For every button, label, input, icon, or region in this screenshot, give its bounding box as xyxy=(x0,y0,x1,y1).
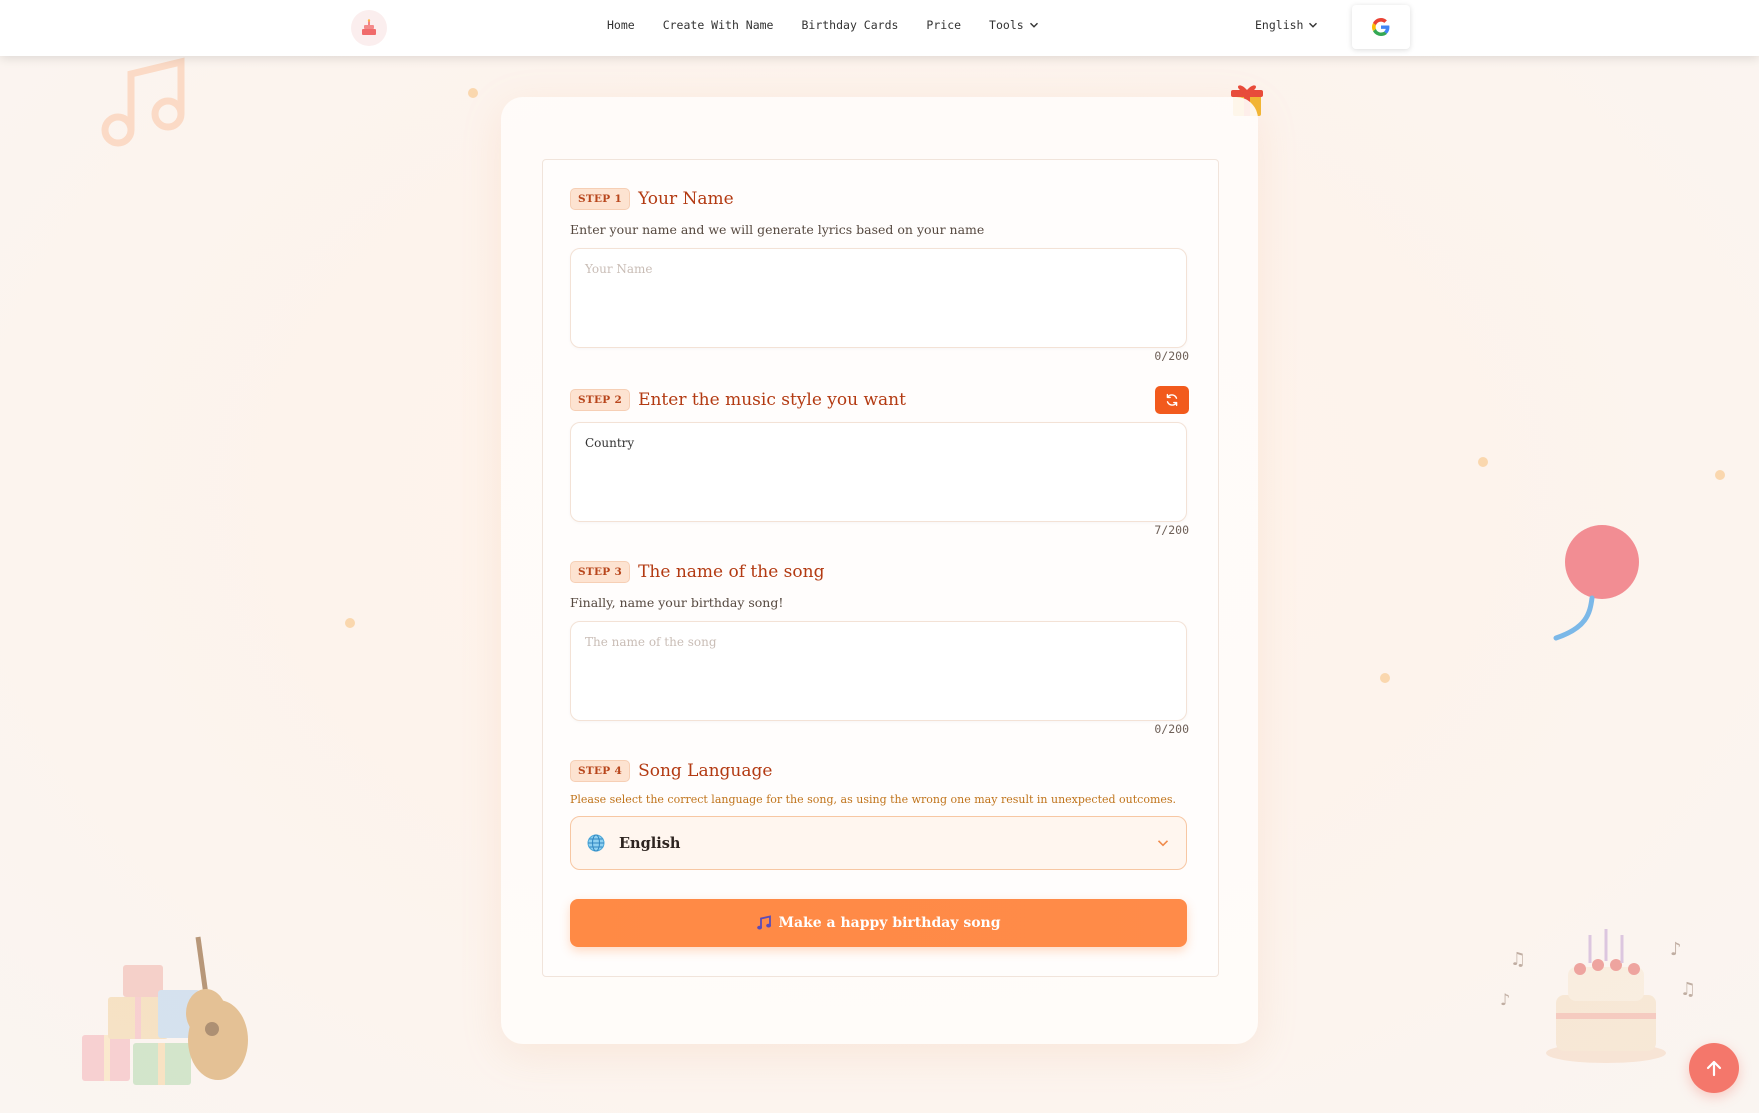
make-song-button-label: Make a happy birthday song xyxy=(778,915,1001,931)
step-3-badge: STEP 3 xyxy=(570,561,631,583)
main-nav: Home Create With Name Birthday Cards Pri… xyxy=(607,18,1039,32)
confetti-dot xyxy=(1380,673,1390,683)
google-sign-in-button[interactable] xyxy=(1352,5,1410,49)
nav-birthday-cards[interactable]: Birthday Cards xyxy=(801,18,898,32)
back-to-top-button[interactable] xyxy=(1689,1043,1739,1093)
song-language-select[interactable]: English xyxy=(570,816,1187,870)
svg-text:♪: ♪ xyxy=(1670,939,1682,960)
step-2-badge: STEP 2 xyxy=(570,389,631,411)
svg-text:♫: ♫ xyxy=(1680,979,1696,1000)
step-1-badge: STEP 1 xyxy=(570,188,631,210)
arrow-up-icon xyxy=(1706,1060,1722,1077)
chevron-down-icon xyxy=(1157,840,1169,847)
song-language-value: English xyxy=(619,834,681,852)
nav-tools-label: Tools xyxy=(989,18,1024,32)
step-3-title: The name of the song xyxy=(638,562,825,582)
nav-price[interactable]: Price xyxy=(926,18,961,32)
confetti-dot xyxy=(468,88,478,98)
confetti-dot xyxy=(345,618,355,628)
top-navigation-bar: Home Create With Name Birthday Cards Pri… xyxy=(0,0,1759,56)
language-switcher-label: English xyxy=(1255,18,1304,32)
step-1-description: Enter your name and we will generate lyr… xyxy=(570,222,985,237)
nav-home[interactable]: Home xyxy=(607,18,635,32)
step-1-header: STEP 1 Your Name xyxy=(570,188,734,210)
step-4-header: STEP 4 Song Language xyxy=(570,760,772,782)
language-switcher[interactable]: English xyxy=(1255,18,1318,32)
music-note-icon xyxy=(757,915,772,930)
music-style-char-counter: 7/200 xyxy=(1154,523,1189,537)
music-note-decoration xyxy=(101,57,185,147)
language-warning: Please select the correct language for t… xyxy=(570,793,1177,806)
site-logo[interactable] xyxy=(351,10,387,46)
google-icon xyxy=(1372,18,1390,36)
your-name-char-counter: 0/200 xyxy=(1154,349,1189,363)
chevron-down-icon xyxy=(1029,22,1038,28)
cake-logo-icon xyxy=(362,19,376,35)
step-4-title: Song Language xyxy=(638,761,773,781)
step-1-title: Your Name xyxy=(638,189,734,209)
svg-text:♫: ♫ xyxy=(1510,949,1526,970)
refresh-icon xyxy=(1166,393,1178,407)
globe-icon xyxy=(587,834,605,852)
song-name-input[interactable]: The name of the song xyxy=(570,621,1187,721)
chevron-down-icon xyxy=(1309,22,1318,28)
svg-text:♪: ♪ xyxy=(1500,990,1510,1009)
nav-create-with-name[interactable]: Create With Name xyxy=(663,18,774,32)
birthday-cake-illustration: ♫ ♪ ♫ ♪ xyxy=(1500,929,1696,1063)
step-3-header: STEP 3 The name of the song xyxy=(570,561,824,583)
your-name-input[interactable]: Your Name xyxy=(570,248,1187,348)
confetti-dot xyxy=(1478,457,1488,467)
balloon-icon xyxy=(1553,525,1639,641)
music-style-input[interactable]: Country xyxy=(570,422,1187,522)
step-2-header: STEP 2 Enter the music style you want xyxy=(570,389,906,411)
song-name-char-counter: 0/200 xyxy=(1154,722,1189,736)
gifts-and-guitar-illustration xyxy=(82,936,248,1085)
step-3-description: Finally, name your birthday song! xyxy=(570,595,784,610)
step-2-title: Enter the music style you want xyxy=(638,390,906,410)
step-4-badge: STEP 4 xyxy=(570,760,631,782)
make-song-button[interactable]: Make a happy birthday song xyxy=(570,899,1187,947)
refresh-style-button[interactable] xyxy=(1155,386,1189,414)
confetti-dot xyxy=(1715,470,1725,480)
nav-tools-dropdown[interactable]: Tools xyxy=(989,18,1039,32)
